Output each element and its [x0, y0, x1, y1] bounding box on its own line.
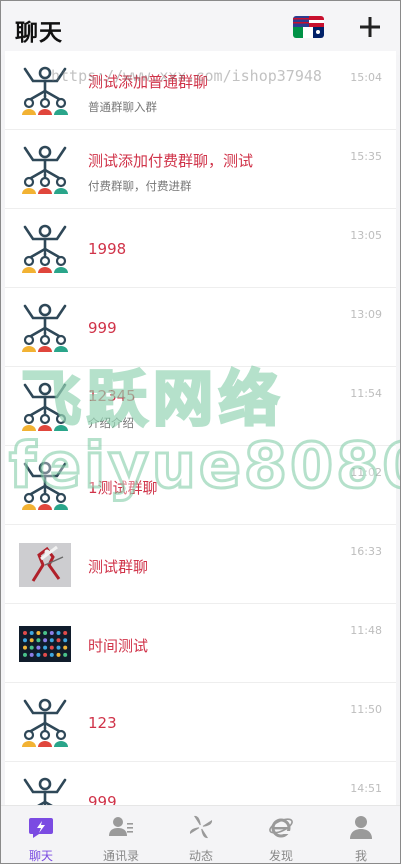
chat-description: 付费群聊，付费进群: [88, 179, 192, 193]
chat-time: 15:35: [350, 150, 382, 163]
chat-list-item[interactable]: 123 11:50: [5, 683, 396, 762]
group-avatar-icon: [19, 144, 71, 196]
chat-list-item[interactable]: 测试群聊 16:33: [5, 525, 396, 604]
chat-name: 测试添加付费群聊，测试: [88, 152, 254, 170]
group-avatar-icon: [19, 65, 71, 117]
chat-list-item[interactable]: 测试添加付费群聊，测试付费群聊，付费进群 15:35: [5, 130, 396, 209]
bottom-nav: 聊天 通讯录 动态 发现 我: [1, 805, 400, 863]
group-avatar-icon: [19, 697, 71, 749]
chat-name: 测试群聊: [88, 558, 149, 576]
nav-label: 动态: [188, 849, 213, 863]
group-avatar-icon: [19, 302, 71, 354]
chat-list-item[interactable]: 测试添加普通群聊普通群聊入群 15:04: [5, 51, 396, 130]
contacts-icon: [109, 817, 133, 836]
chat-list-item[interactable]: 999 14:51: [5, 762, 396, 805]
chat-list: 测试添加普通群聊普通群聊入群 15:04 测试添加付费群聊，测试付费群聊，付费进群…: [5, 51, 396, 805]
chat-time: 11:50: [350, 703, 382, 716]
nav-item-contacts[interactable]: 通讯录: [81, 806, 161, 863]
chat-name: 12345: [88, 387, 136, 405]
group-avatar-icon: [19, 776, 71, 805]
chat-bolt-icon: [29, 818, 53, 838]
chat-time: 15:04: [350, 71, 382, 84]
app-frame: 聊天 测试添加普通群聊 普通群聊入群 15:04 测试添加付费群聊，测试 付费群…: [0, 0, 401, 864]
add-icon[interactable]: [356, 13, 384, 41]
chat-name: 123: [88, 714, 117, 732]
chat-name: 1测试群聊: [88, 479, 158, 497]
chat-name: 测试添加普通群聊: [88, 73, 209, 91]
chat-list-item[interactable]: 999 13:09: [5, 288, 396, 367]
group-avatar-icon: [19, 460, 71, 512]
nav-label: 聊天: [28, 849, 53, 863]
language-flag-icon[interactable]: [293, 16, 324, 38]
page-title: 聊天: [15, 20, 63, 46]
chat-time: 16:33: [350, 545, 382, 558]
person-icon: [350, 816, 372, 839]
chat-name: 999: [88, 793, 117, 805]
browser-e-icon: [269, 818, 293, 838]
chat-time: 14:51: [350, 782, 382, 795]
nav-label: 通讯录: [102, 849, 139, 863]
group-avatar-icon: [19, 381, 71, 433]
chat-list-item[interactable]: 12345 介绍介绍 11:54: [5, 367, 396, 446]
group-avatar-icon: [19, 223, 71, 275]
nav-item-discover[interactable]: 发现: [241, 806, 321, 863]
chat-list-item[interactable]: 1测试群聊 11:02: [5, 446, 396, 525]
nav-item-moments[interactable]: 动态: [161, 806, 241, 863]
chat-list-item[interactable]: 时间测试 11:48: [5, 604, 396, 683]
chat-list-item[interactable]: 1998 13:05: [5, 209, 396, 288]
nav-item-chat[interactable]: 聊天: [1, 806, 81, 863]
chat-description: 介绍介绍: [88, 416, 134, 430]
top-bar: 聊天: [1, 1, 400, 55]
chat-description: 普通群聊入群: [88, 100, 157, 114]
nav-item-me[interactable]: 我: [321, 806, 400, 863]
chat-name: 999: [88, 319, 117, 337]
nav-label: 我: [354, 849, 367, 863]
chat-name: 时间测试: [88, 637, 149, 655]
pinwheel-icon: [189, 815, 213, 839]
nav-label: 发现: [268, 849, 293, 863]
chat-avatar: [19, 539, 71, 591]
chat-avatar: [19, 618, 71, 670]
chat-time: 13:09: [350, 308, 382, 321]
chat-time: 13:05: [350, 229, 382, 242]
chat-time: 11:02: [350, 466, 382, 479]
chat-time: 11:54: [350, 387, 382, 400]
chat-time: 11:48: [350, 624, 382, 637]
chat-name: 1998: [88, 240, 127, 258]
